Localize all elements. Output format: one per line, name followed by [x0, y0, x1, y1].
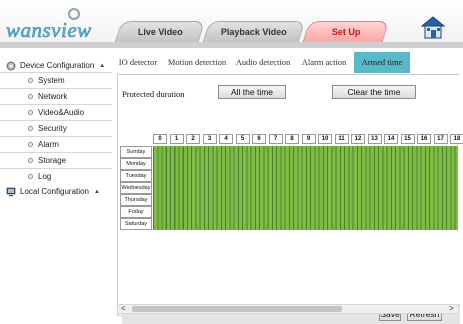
day-label[interactable]: Saturday — [120, 218, 152, 230]
armed-time-cells[interactable] — [153, 146, 458, 158]
sidebar-group-label: Local Configuration — [20, 187, 89, 196]
armed-time-panel: Protected duration All the time Clear th… — [117, 74, 463, 324]
bullet-icon — [28, 78, 33, 83]
hour-label[interactable]: 15 — [400, 134, 415, 144]
tab-live-video-label: Live Video — [137, 27, 183, 37]
subtab-io-detector[interactable]: IO detector — [114, 52, 162, 73]
home-icon — [420, 16, 446, 39]
subtab-bar: IO detector Motion detection Audio detec… — [114, 52, 463, 73]
hour-label[interactable]: 14 — [384, 134, 398, 144]
bullet-icon — [28, 158, 33, 163]
subtab-audio-detection[interactable]: Audio detection — [232, 52, 294, 73]
sidebar-item-video-audio[interactable]: Video&Audio — [0, 104, 112, 119]
sidebar-group-label: Device Configuration — [20, 61, 95, 70]
armed-time-cells[interactable] — [153, 158, 458, 170]
brand-logo: wansview — [6, 8, 106, 43]
subtab-motion-detection[interactable]: Motion detection — [164, 52, 230, 73]
sidebar-item-label: Storage — [38, 156, 67, 165]
hour-label[interactable]: 12 — [351, 134, 365, 144]
protected-duration-title: Protected duration — [122, 89, 185, 99]
bullet-icon — [28, 174, 33, 179]
sidebar-item-system[interactable]: System — [0, 72, 112, 87]
sidebar-item-security[interactable]: Security — [0, 120, 112, 135]
hour-label[interactable]: 5 — [235, 134, 250, 144]
armed-time-cells[interactable] — [153, 218, 458, 230]
sidebar-item-storage[interactable]: Storage — [0, 152, 112, 167]
tab-set-up-label: Set Up — [331, 27, 361, 37]
main-content: IO detector Motion detection Audio detec… — [114, 48, 463, 324]
armed-time-cells[interactable] — [153, 194, 458, 206]
hour-label[interactable]: 3 — [202, 134, 217, 144]
bullet-icon — [28, 110, 33, 115]
collapse-arrow-icon: ▲ — [99, 63, 106, 69]
hour-label[interactable]: 8 — [285, 134, 299, 144]
collapse-arrow-icon: ▲ — [93, 189, 100, 195]
sidebar-item-label: Alarm — [38, 140, 59, 149]
hour-label[interactable]: 16 — [417, 134, 431, 144]
day-label[interactable]: Tuesday — [120, 170, 152, 182]
bullet-icon — [28, 94, 33, 99]
sidebar-item-label: Network — [38, 92, 68, 101]
tab-live-video[interactable]: Live Video — [114, 21, 206, 42]
hour-label[interactable]: 2 — [186, 134, 200, 144]
sidebar-item-network[interactable]: Network — [0, 88, 112, 103]
hour-label[interactable]: 6 — [252, 134, 266, 144]
sidebar-group-device-configuration[interactable]: Device Configuration ▲ — [6, 59, 105, 73]
sidebar-item-label: Security — [38, 124, 67, 133]
scroll-left-arrow-icon[interactable]: < — [121, 304, 126, 313]
hour-label[interactable]: 13 — [367, 134, 382, 144]
armed-time-cells[interactable] — [153, 170, 458, 182]
all-the-time-button[interactable]: All the time — [218, 85, 286, 99]
day-label[interactable]: Monday — [120, 158, 152, 170]
hour-label[interactable]: 7 — [268, 134, 283, 144]
hour-label[interactable]: 18 — [450, 134, 463, 144]
monitor-icon — [6, 187, 16, 197]
armed-time-cells[interactable] — [153, 206, 458, 218]
top-header: wansview Live Video Playback Video Set U… — [0, 0, 463, 48]
gear-icon — [6, 61, 16, 71]
hour-label[interactable]: 11 — [334, 134, 349, 144]
sidebar-item-label: Video&Audio — [38, 108, 85, 117]
tab-playback-video[interactable]: Playback Video — [202, 21, 306, 42]
subtab-alarm-action[interactable]: Alarm action — [298, 52, 350, 73]
day-label[interactable]: Friday — [120, 206, 152, 218]
sidebar-item-label: System — [38, 76, 65, 85]
day-label[interactable]: Wednesday — [120, 182, 152, 194]
horizontal-scrollbar[interactable]: < > — [117, 304, 459, 314]
sidebar-item-log[interactable]: Log — [0, 168, 112, 183]
subtab-armed-time[interactable]: Armed time — [354, 52, 410, 73]
sidebar-group-local-configuration[interactable]: Local Configuration ▲ — [6, 185, 100, 199]
tab-set-up[interactable]: Set Up — [302, 21, 390, 42]
hour-label[interactable]: 4 — [219, 134, 233, 144]
clear-the-time-button[interactable]: Clear the time — [332, 85, 416, 99]
scroll-right-arrow-icon[interactable]: > — [449, 304, 454, 313]
bullet-icon — [28, 126, 33, 131]
home-button[interactable] — [420, 14, 446, 40]
bullet-icon — [28, 142, 33, 147]
day-label[interactable]: Sunday — [120, 146, 152, 158]
tab-playback-video-label: Playback Video — [220, 27, 287, 37]
hour-label[interactable]: 1 — [169, 134, 184, 144]
hour-label[interactable]: 10 — [318, 134, 332, 144]
sidebar-item-label: Log — [38, 172, 52, 181]
scrollbar-thumb[interactable] — [132, 306, 342, 312]
sidebar: Device Configuration ▲ System Network Vi… — [0, 52, 114, 324]
hour-label[interactable]: 17 — [433, 134, 448, 144]
logo-text: wansview — [6, 18, 92, 43]
armed-time-cells[interactable] — [153, 182, 458, 194]
hour-label[interactable]: 9 — [301, 134, 316, 144]
day-label[interactable]: Thursday — [120, 194, 152, 206]
sidebar-item-alarm[interactable]: Alarm — [0, 136, 112, 151]
hour-label[interactable]: 0 — [153, 134, 167, 144]
logo-ring-icon — [68, 8, 80, 20]
